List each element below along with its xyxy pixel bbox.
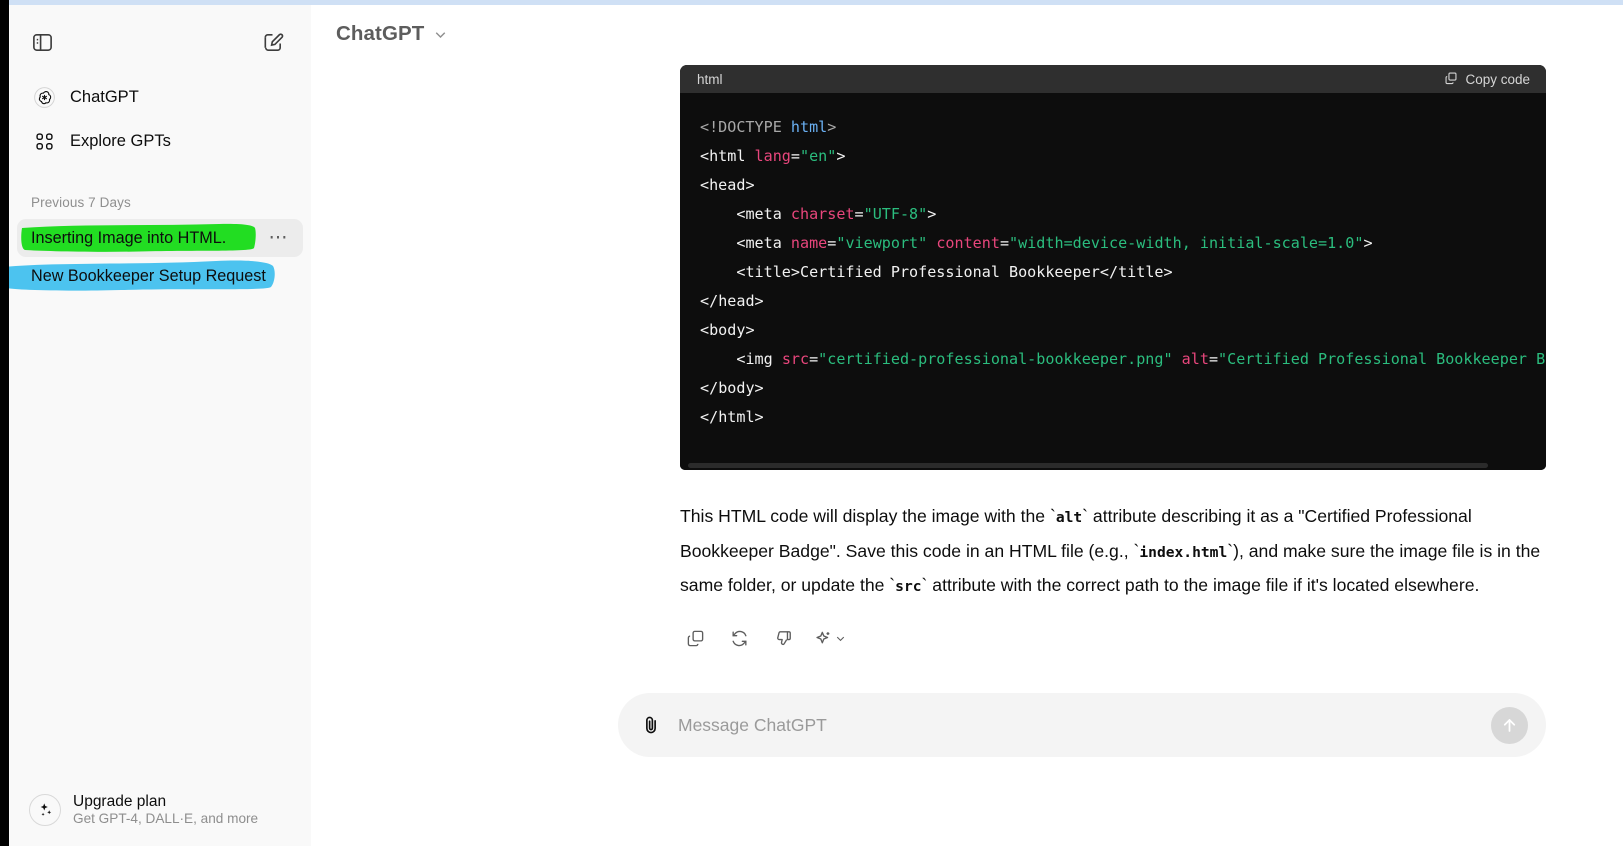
send-button[interactable] — [1491, 706, 1528, 744]
sidebar-chat-item-2[interactable]: New Bookkeeper Setup Request — [2, 257, 303, 295]
openai-logo-icon — [31, 86, 57, 109]
sidebar-section-label: Previous 7 Days — [31, 195, 131, 210]
sidebar-chat-label: New Bookkeeper Setup Request — [31, 266, 266, 285]
sidebar-chat-label: Inserting Image into HTML. — [31, 228, 227, 247]
code-scroll-area — [680, 458, 1546, 470]
code-block: html Copy code <!DOCTYPE html> <html lan… — [680, 65, 1546, 470]
inline-code: src — [895, 578, 922, 595]
copy-icon — [1444, 71, 1458, 88]
regenerate-icon[interactable] — [724, 624, 754, 654]
upgrade-title: Upgrade plan — [73, 792, 167, 810]
main-header: ChatGPT — [311, 5, 1623, 63]
sidebar-item-label: Explore GPTs — [70, 131, 171, 150]
sparkle-model-switch-icon[interactable] — [812, 624, 849, 654]
sidebar-item-chatgpt[interactable]: ChatGPT — [17, 75, 303, 119]
code-language-label: html — [697, 71, 723, 87]
chevron-down-icon[interactable] — [432, 26, 449, 43]
message-actions — [680, 624, 1546, 654]
sidebar-item-explore-gpts[interactable]: Explore GPTs — [17, 119, 303, 163]
sparkles-icon — [29, 793, 61, 826]
code-block-header: html Copy code — [680, 65, 1546, 93]
copy-code-button[interactable]: Copy code — [1444, 71, 1530, 88]
new-chat-icon[interactable] — [255, 25, 289, 59]
sidebar-nav: ChatGPT Explore GPTs — [9, 75, 311, 163]
composer-wrapper — [618, 693, 1546, 757]
inline-code: alt — [1055, 509, 1083, 526]
upgrade-plan-button[interactable]: Upgrade plan Get GPT-4, DALL·E, and more — [23, 786, 297, 834]
code-content: <!DOCTYPE html> <html lang="en"> <head> … — [700, 118, 1546, 426]
inline-code: index.html — [1139, 543, 1228, 561]
sidebar-toggle-icon[interactable] — [25, 25, 59, 59]
sidebar-chat-item-1[interactable]: Inserting Image into HTML. ⋯ — [17, 219, 303, 257]
copy-code-label: Copy code — [1465, 71, 1530, 87]
paperclip-icon[interactable] — [640, 714, 662, 736]
sidebar: ChatGPT Explore GPTs Previous 7 Days Ins… — [2, 5, 311, 846]
assistant-paragraph: This HTML code will display the image wi… — [680, 506, 1541, 595]
left-black-gutter — [0, 0, 9, 846]
grid-dots-icon — [31, 131, 57, 152]
copy-message-icon[interactable] — [680, 624, 710, 654]
chat-options-ellipsis-icon[interactable]: ⋯ — [269, 229, 290, 248]
model-selector-label[interactable]: ChatGPT — [336, 22, 424, 46]
message-input[interactable] — [678, 714, 1491, 736]
upgrade-subtitle: Get GPT-4, DALL·E, and more — [73, 811, 259, 827]
sidebar-footer: Upgrade plan Get GPT-4, DALL·E, and more — [9, 776, 311, 846]
thumbs-down-icon[interactable] — [768, 624, 798, 654]
sidebar-topbar — [9, 5, 311, 61]
main-area: ChatGPT html Copy code <!DOCTYPE html> <… — [311, 5, 1623, 846]
sidebar-item-label: ChatGPT — [70, 87, 139, 106]
code-horizontal-scrollbar[interactable] — [688, 463, 1488, 468]
conversation-column: html Copy code <!DOCTYPE html> <html lan… — [680, 63, 1546, 654]
upgrade-text-block: Upgrade plan Get GPT-4, DALL·E, and more — [73, 792, 258, 828]
message-composer — [618, 693, 1546, 757]
chatgpt-window: ChatGPT Explore GPTs Previous 7 Days Ins… — [0, 0, 1623, 846]
